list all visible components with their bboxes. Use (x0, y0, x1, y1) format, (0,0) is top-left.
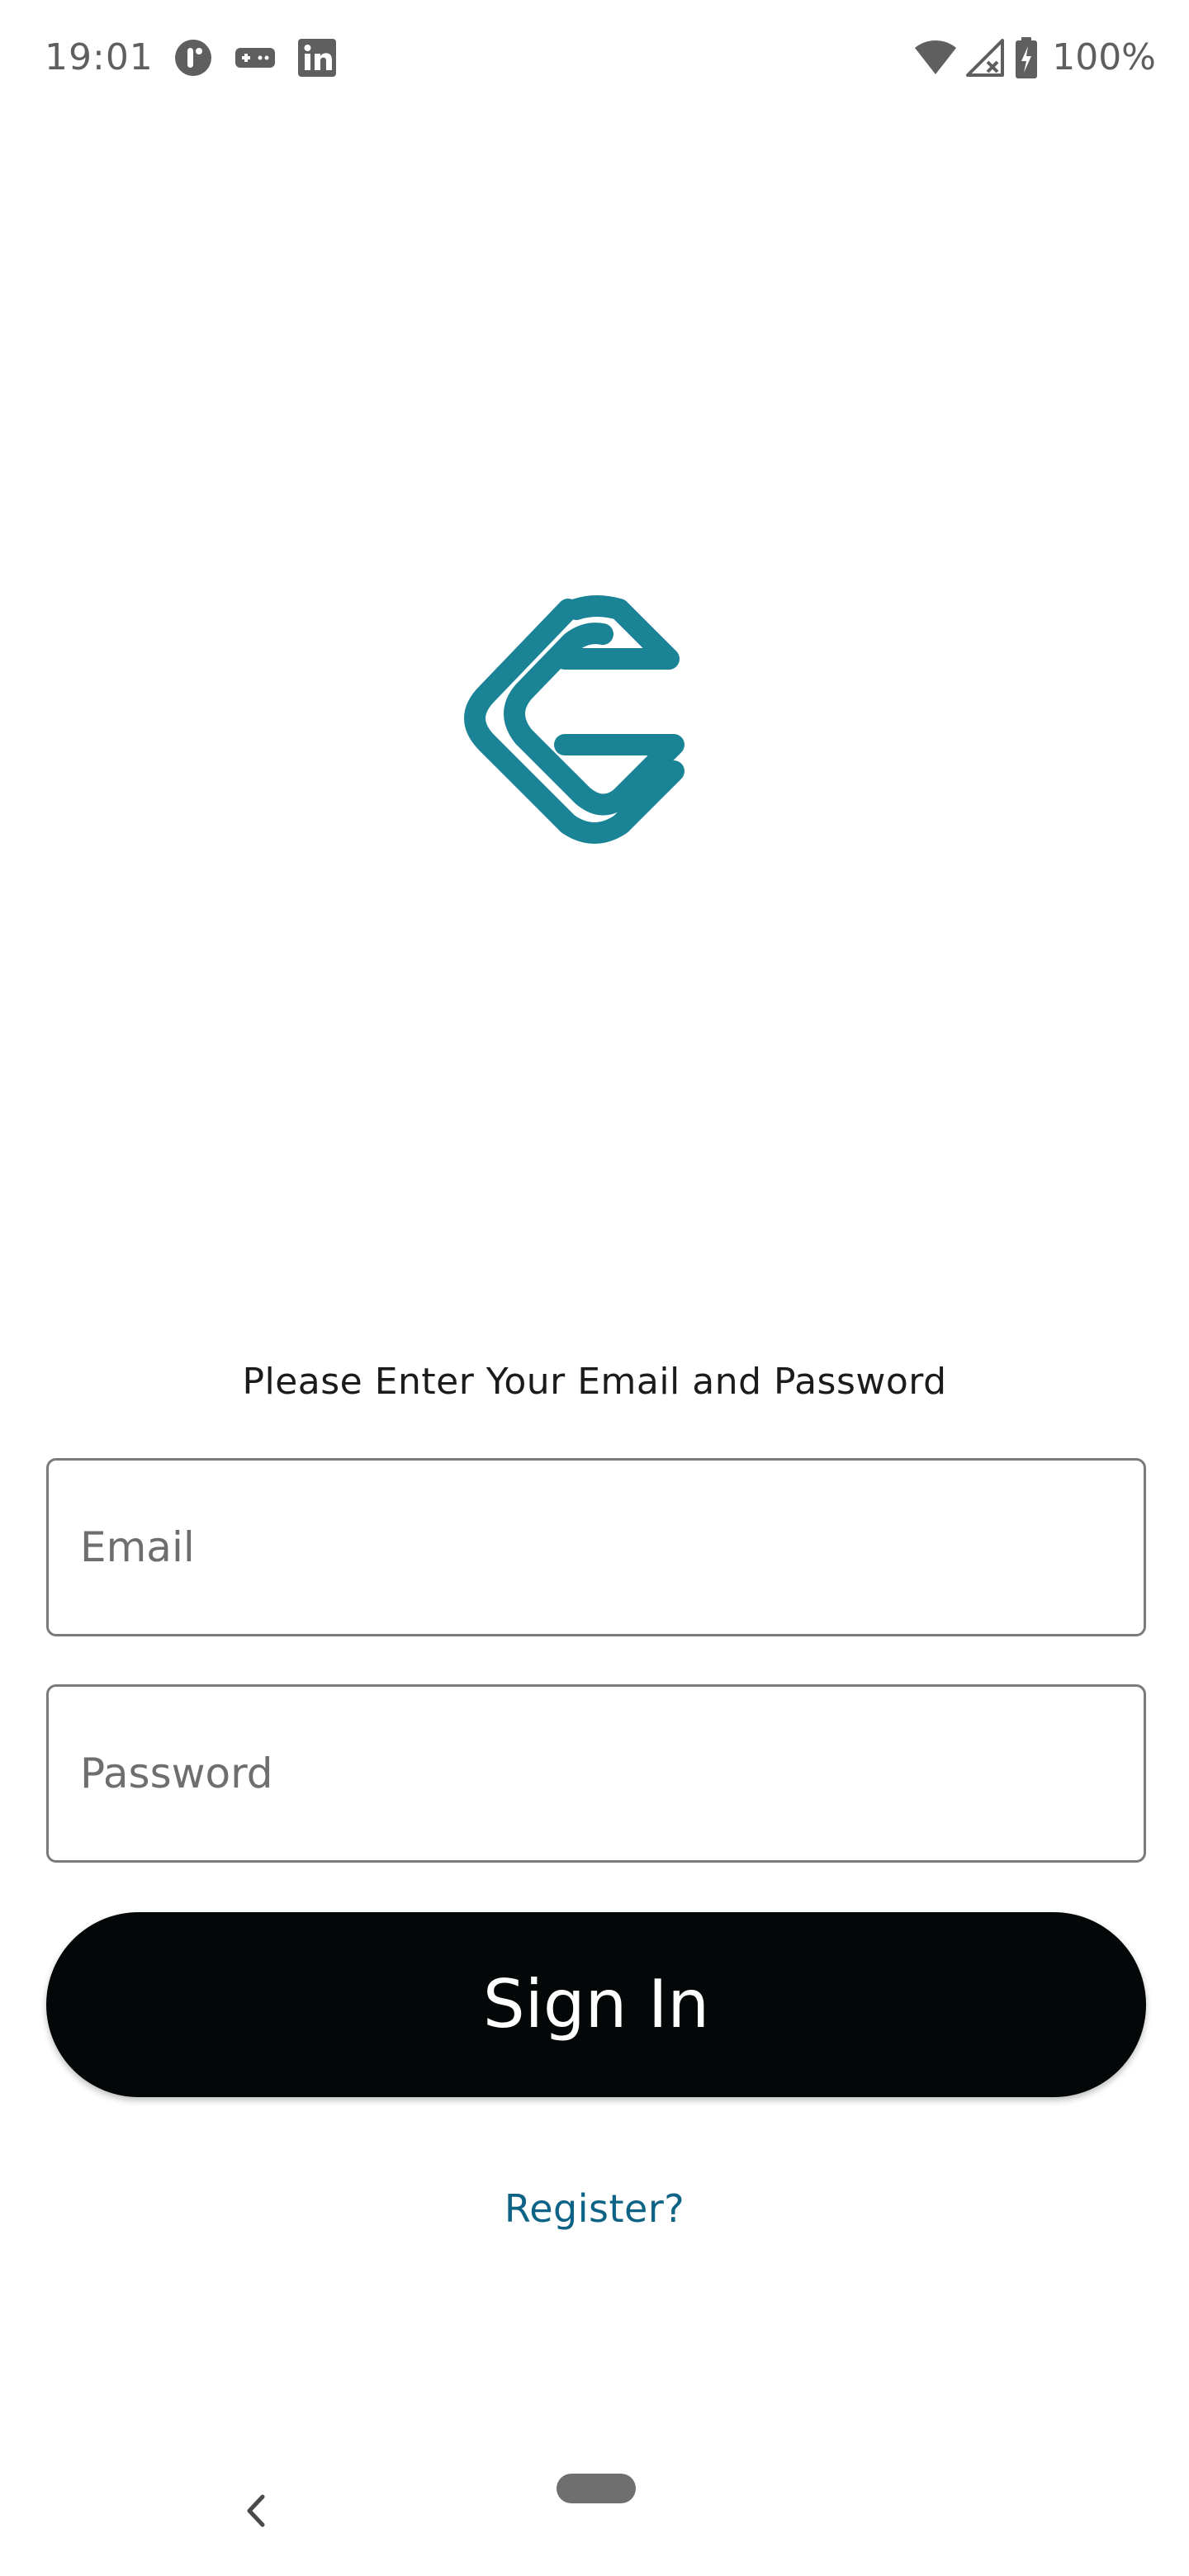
password-field-container[interactable] (46, 1684, 1146, 1863)
app-logo-icon (464, 595, 685, 844)
status-system-icons: 100% (913, 33, 1156, 83)
status-bar: 19:01 100% (0, 0, 1189, 116)
battery-percentage: 100% (1052, 36, 1156, 78)
battery-charging-icon (1016, 37, 1038, 78)
email-field-container[interactable] (46, 1458, 1146, 1636)
register-link[interactable]: Register? (0, 2180, 1189, 2237)
home-pill-icon[interactable] (557, 2474, 636, 2503)
gamepad-icon (235, 48, 275, 68)
status-notification-icons (173, 36, 337, 79)
sign-in-button[interactable]: Sign In (46, 1912, 1146, 2097)
login-instruction: Please Enter Your Email and Password (242, 1361, 947, 1403)
linkedin-icon (298, 39, 336, 77)
email-field[interactable] (80, 1461, 1112, 1634)
wifi-icon (915, 40, 957, 74)
notification-app-icon (175, 40, 211, 76)
status-time: 19:01 (45, 36, 154, 78)
back-chevron-icon[interactable] (239, 2490, 272, 2531)
signal-no-service-icon (966, 39, 1005, 77)
password-field[interactable] (80, 1687, 1112, 1860)
